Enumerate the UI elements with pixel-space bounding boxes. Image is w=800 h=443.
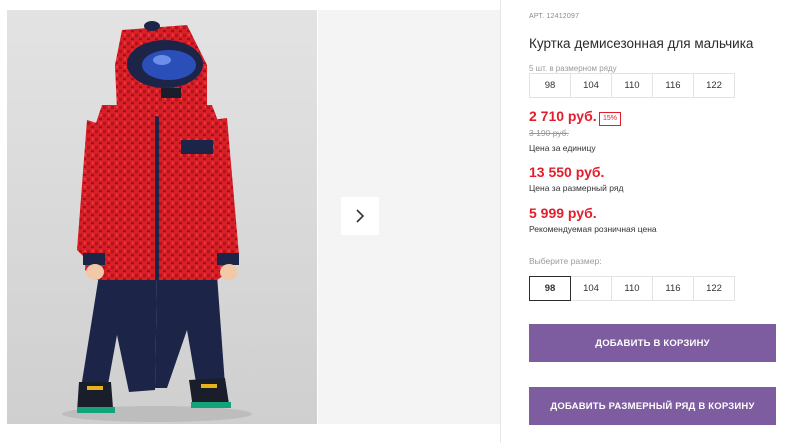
- size-row-count: 5 шт. в размерном ряду: [529, 64, 617, 73]
- divider: [500, 0, 501, 443]
- boy-jacket-illustration: [7, 10, 317, 424]
- product-gallery: [0, 0, 500, 443]
- size-option-116[interactable]: 116: [652, 276, 694, 301]
- add-size-row-to-cart-button[interactable]: ДОБАВИТЬ РАЗМЕРНЫЙ РЯД В КОРЗИНУ: [529, 387, 776, 425]
- size-row-item: 98: [529, 73, 571, 98]
- size-selector: 98 104 110 116 122: [529, 276, 735, 301]
- old-price: 3 190 руб.: [529, 128, 569, 138]
- product-photo[interactable]: [7, 10, 317, 424]
- size-row-item: 122: [693, 73, 735, 98]
- size-option-98[interactable]: 98: [529, 276, 571, 301]
- size-option-122[interactable]: 122: [693, 276, 735, 301]
- row-price: 13 550 руб.: [529, 164, 605, 180]
- discount-badge: 15%: [599, 112, 622, 126]
- product-info-panel: АРТ. 12412097 Куртка демисезонная для ма…: [529, 0, 789, 443]
- size-row-list: 98 104 110 116 122: [529, 73, 735, 98]
- next-photo-button[interactable]: [341, 197, 379, 235]
- rrp-price-label: Рекомендуемая розничная цена: [529, 224, 657, 234]
- size-option-104[interactable]: 104: [570, 276, 612, 301]
- chevron-right-icon: [356, 209, 365, 223]
- rrp-price: 5 999 руб.: [529, 205, 597, 221]
- size-row-item: 110: [611, 73, 653, 98]
- product-title: Куртка демисезонная для мальчика: [529, 36, 754, 51]
- row-price-label: Цена за размерный ряд: [529, 183, 624, 193]
- size-row-item: 116: [652, 73, 694, 98]
- unit-price-label: Цена за единицу: [529, 143, 596, 153]
- add-to-cart-button[interactable]: ДОБАВИТЬ В КОРЗИНУ: [529, 324, 776, 362]
- unit-price: 2 710 руб.: [529, 108, 597, 124]
- product-sku: АРТ. 12412097: [529, 13, 580, 20]
- choose-size-label: Выберите размер:: [529, 256, 602, 266]
- size-option-110[interactable]: 110: [611, 276, 653, 301]
- size-row-item: 104: [570, 73, 612, 98]
